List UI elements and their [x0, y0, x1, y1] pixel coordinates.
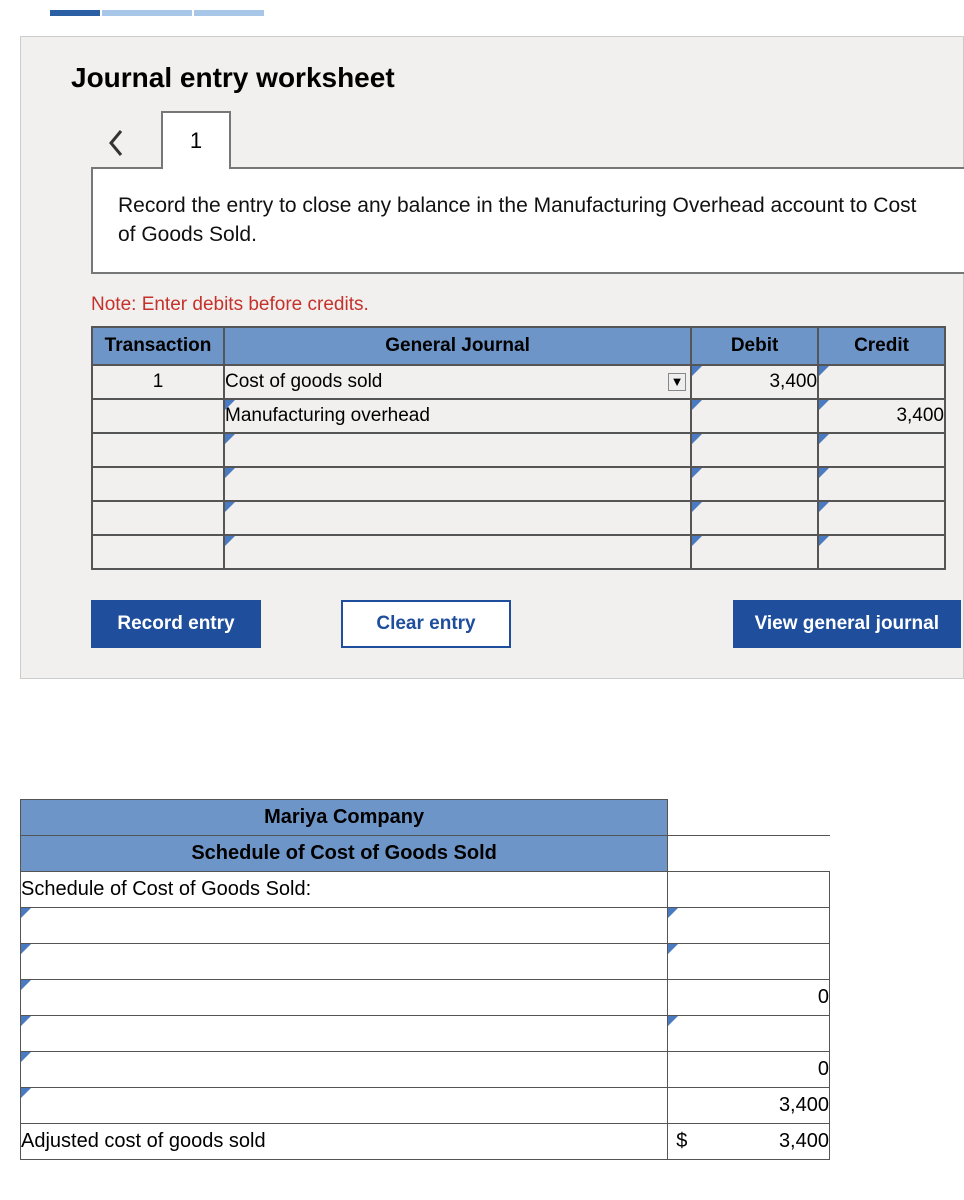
header-debit: Debit	[691, 327, 818, 365]
schedule-value-cell[interactable]	[668, 907, 830, 943]
cell-transaction: 1	[92, 365, 224, 399]
clear-entry-button[interactable]: Clear entry	[341, 600, 511, 648]
schedule-blank-header	[668, 799, 830, 835]
header-transaction: Transaction	[92, 327, 224, 365]
instruction-text: Record the entry to close any balance in…	[118, 194, 916, 246]
schedule-value-cell: 0	[668, 979, 830, 1015]
journal-worksheet-card: Journal entry worksheet 1 Record the ent…	[20, 36, 964, 679]
cell-credit[interactable]	[818, 433, 945, 467]
schedule-item-dropdown[interactable]	[21, 907, 668, 943]
schedule-item-dropdown[interactable]	[21, 943, 668, 979]
cell-debit[interactable]	[691, 433, 818, 467]
chevron-left-icon	[107, 129, 125, 157]
schedule-value-cell[interactable]	[668, 1015, 830, 1051]
note-text: Note: Enter debits before credits.	[91, 294, 963, 316]
cell-account-dropdown[interactable]: Manufacturing overhead	[224, 399, 691, 433]
schedule-table: Mariya Company Schedule of Cost of Goods…	[20, 799, 830, 1160]
cell-debit[interactable]	[691, 399, 818, 433]
cell-transaction	[92, 399, 224, 433]
cell-transaction	[92, 433, 224, 467]
instruction-box: Record the entry to close any balance in…	[91, 167, 964, 274]
cell-credit[interactable]	[818, 467, 945, 501]
journal-row	[92, 467, 945, 501]
worksheet-title: Journal entry worksheet	[71, 62, 963, 94]
schedule-label-row: Schedule of Cost of Goods Sold:	[21, 871, 668, 907]
schedule-value-cell[interactable]	[668, 943, 830, 979]
record-entry-button[interactable]: Record entry	[91, 600, 261, 648]
cell-credit[interactable]	[818, 501, 945, 535]
button-row: Record entry Clear entry View general jo…	[91, 600, 961, 648]
account-name: Cost of goods sold	[225, 371, 382, 392]
cell-debit[interactable]: 3,400	[691, 365, 818, 399]
view-general-journal-button[interactable]: View general journal	[733, 600, 961, 648]
account-name: Manufacturing overhead	[225, 405, 430, 426]
schedule-item-dropdown[interactable]	[21, 979, 668, 1015]
cell-debit[interactable]	[691, 467, 818, 501]
schedule-item-dropdown[interactable]	[21, 1087, 668, 1123]
cell-credit[interactable]	[818, 365, 945, 399]
journal-table: Transaction General Journal Debit Credit…	[91, 326, 946, 570]
cell-account-dropdown[interactable]: Cost of goods sold ▼	[224, 365, 691, 399]
journal-row: 1 Cost of goods sold ▼ 3,400	[92, 365, 945, 399]
schedule-item-dropdown[interactable]	[21, 1015, 668, 1051]
cell-debit[interactable]	[691, 501, 818, 535]
journal-row	[92, 433, 945, 467]
header-general-journal: General Journal	[224, 327, 691, 365]
journal-row: Manufacturing overhead 3,400	[92, 399, 945, 433]
cell-transaction	[92, 535, 224, 569]
schedule-final-value: $ 3,400	[668, 1123, 830, 1159]
header-credit: Credit	[818, 327, 945, 365]
prev-tab-button[interactable]	[91, 116, 141, 169]
cell-transaction	[92, 467, 224, 501]
tab-1[interactable]: 1	[161, 111, 231, 169]
journal-row	[92, 501, 945, 535]
cell-transaction	[92, 501, 224, 535]
cell-credit[interactable]	[818, 535, 945, 569]
dropdown-caret-icon: ▼	[668, 373, 686, 391]
schedule-value-cell[interactable]	[668, 871, 830, 907]
cell-debit[interactable]	[691, 535, 818, 569]
tab-row: 1	[91, 109, 963, 169]
schedule-title: Schedule of Cost of Goods Sold	[21, 835, 668, 871]
schedule-value-cell: 0	[668, 1051, 830, 1087]
cell-credit[interactable]: 3,400	[818, 399, 945, 433]
currency-symbol: $	[676, 1130, 687, 1153]
cell-account-dropdown[interactable]	[224, 501, 691, 535]
schedule-value-cell: 3,400	[668, 1087, 830, 1123]
schedule-final-label: Adjusted cost of goods sold	[21, 1123, 668, 1159]
schedule-item-dropdown[interactable]	[21, 1051, 668, 1087]
progress-indicator	[50, 10, 964, 16]
cell-account-dropdown[interactable]	[224, 433, 691, 467]
cell-account-dropdown[interactable]	[224, 535, 691, 569]
cell-account-dropdown[interactable]	[224, 467, 691, 501]
journal-row	[92, 535, 945, 569]
schedule-company: Mariya Company	[21, 799, 668, 835]
tab-label: 1	[190, 128, 202, 154]
